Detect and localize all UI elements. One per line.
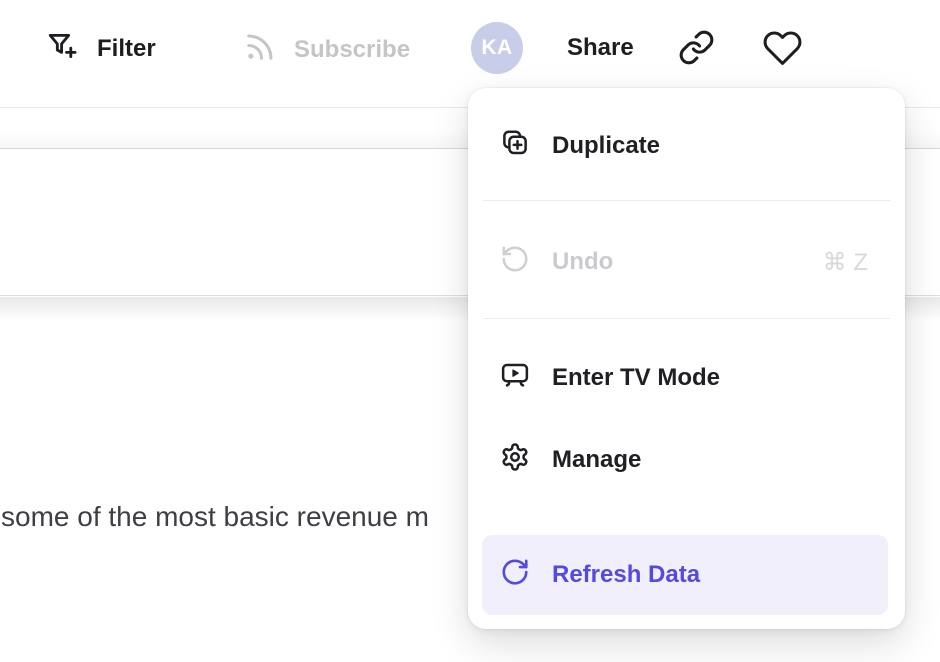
undo-shortcut: ⌘ Z — [823, 248, 868, 277]
user-avatar[interactable]: KA — [471, 22, 523, 74]
filter-label: Filter — [97, 35, 156, 63]
menu-item-enter-tv-mode[interactable]: Enter TV Mode — [484, 350, 889, 406]
subscribe-label: Subscribe — [294, 36, 410, 64]
favorite-button[interactable] — [762, 28, 803, 73]
undo-arrow-icon — [500, 244, 530, 281]
copy-plus-icon — [500, 128, 530, 165]
overflow-dropdown-menu: Duplicate Undo ⌘ Z — [468, 88, 905, 629]
refresh-icon — [500, 557, 530, 594]
menu-item-manage[interactable]: Manage — [484, 432, 889, 488]
undo-label: Undo — [552, 248, 613, 276]
menu-item-refresh-data[interactable]: Refresh Data — [482, 535, 888, 615]
menu-item-duplicate[interactable]: Duplicate — [484, 118, 889, 174]
menu-divider — [483, 318, 890, 319]
tv-mode-label: Enter TV Mode — [552, 364, 720, 392]
subscribe-button[interactable]: Subscribe — [242, 29, 410, 70]
manage-label: Manage — [552, 446, 641, 474]
avatar-initials: KA — [481, 36, 512, 60]
gear-icon — [500, 442, 530, 479]
app-window: some of the most basic revenue m Filter … — [0, 0, 940, 662]
share-button[interactable]: Share — [567, 34, 634, 62]
share-label: Share — [567, 34, 634, 62]
heart-icon — [762, 28, 803, 73]
refresh-data-label: Refresh Data — [552, 561, 700, 589]
copy-link-button[interactable] — [678, 29, 715, 71]
tv-play-icon — [500, 360, 530, 397]
link-icon — [678, 29, 715, 71]
duplicate-label: Duplicate — [552, 132, 660, 160]
menu-divider — [483, 200, 890, 201]
menu-item-undo-disabled[interactable]: Undo ⌘ Z — [484, 234, 889, 290]
filter-button[interactable]: Filter — [46, 29, 156, 68]
rss-icon — [242, 29, 278, 70]
body-text-fragment: some of the most basic revenue m — [1, 501, 429, 533]
funnel-plus-icon — [46, 29, 80, 68]
